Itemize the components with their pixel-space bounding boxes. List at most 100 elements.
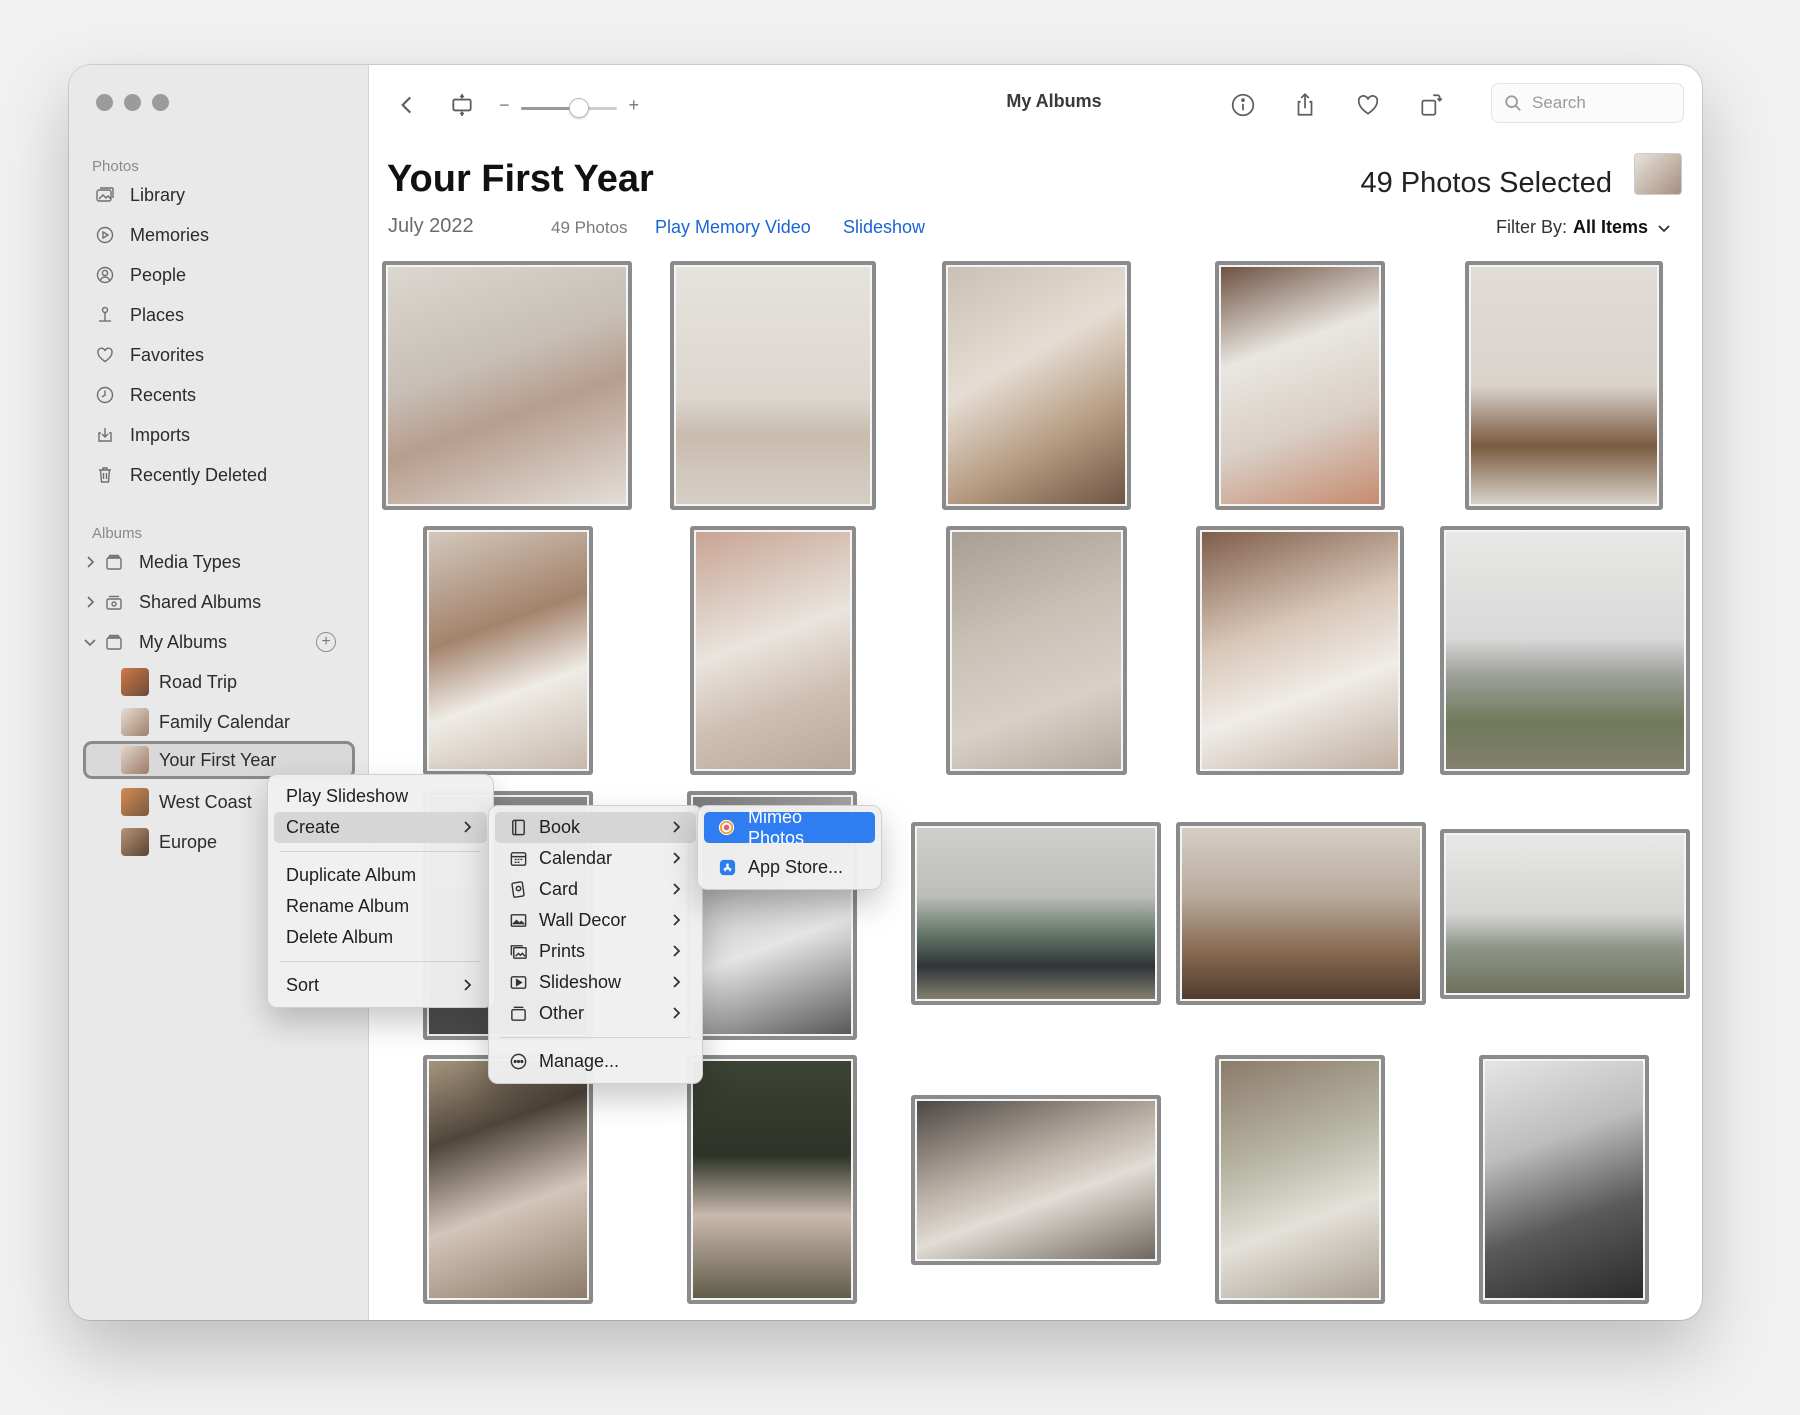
- chevron-right-icon[interactable]: [79, 595, 101, 609]
- memories-icon: [92, 224, 118, 246]
- menu-item-label: Create: [286, 817, 341, 837]
- chevron-right-icon: [673, 883, 681, 895]
- shared-albums-icon: [101, 591, 127, 613]
- photo-thumbnail[interactable]: [423, 526, 593, 775]
- sidebar-item-favorites[interactable]: Favorites: [92, 336, 354, 374]
- play-memory-video-link[interactable]: Play Memory Video: [655, 217, 811, 238]
- selection-thumbnail: [1634, 153, 1682, 195]
- photo-thumbnail[interactable]: [946, 526, 1127, 775]
- photo-thumbnail[interactable]: [942, 261, 1131, 510]
- photo-thumbnail[interactable]: [1215, 1055, 1385, 1304]
- import-icon: [92, 424, 118, 446]
- menu-item-wall-decor[interactable]: Wall Decor: [495, 905, 696, 936]
- photo-thumbnail[interactable]: [690, 526, 856, 775]
- prints-icon: [507, 941, 529, 963]
- chevron-down-icon[interactable]: [79, 637, 101, 647]
- sidebar-item-label: People: [130, 264, 187, 285]
- menu-item-slideshow[interactable]: Slideshow: [495, 967, 696, 998]
- zoom-slider-track[interactable]: [521, 98, 617, 118]
- menu-item-manage[interactable]: Manage...: [495, 1046, 696, 1077]
- filter-dropdown[interactable]: Filter By: All Items: [1496, 217, 1672, 238]
- photo-thumbnail[interactable]: [1215, 261, 1385, 510]
- menu-item-prints[interactable]: Prints: [495, 936, 696, 967]
- add-album-button[interactable]: +: [316, 632, 336, 652]
- photo-thumbnail[interactable]: [1465, 261, 1663, 510]
- minimize-button[interactable]: [124, 94, 141, 111]
- photo-thumbnail[interactable]: [1196, 526, 1404, 775]
- sidebar-item-people[interactable]: People: [92, 256, 354, 294]
- sidebar-item-shared-albums[interactable]: Shared Albums: [79, 583, 341, 621]
- album-thumbnail: [121, 668, 149, 696]
- menu-item-app-store[interactable]: App Store...: [704, 852, 875, 883]
- photo-thumbnail[interactable]: [1176, 822, 1426, 1005]
- menu-item-play-slideshow[interactable]: Play Slideshow: [274, 781, 487, 812]
- sidebar-item-label: Memories: [130, 224, 210, 245]
- menu-item-label: Duplicate Album: [286, 865, 417, 885]
- photo-thumbnail[interactable]: [911, 1095, 1161, 1265]
- menu-item-book[interactable]: Book: [495, 812, 696, 843]
- photo-thumbnail[interactable]: [1479, 1055, 1649, 1304]
- album-context-menu: Play Slideshow Create Duplicate Album Re…: [267, 774, 494, 1008]
- chevron-right-icon: [673, 914, 681, 926]
- sidebar-item-media-types[interactable]: Media Types: [79, 543, 341, 581]
- photo-thumbnail[interactable]: [911, 822, 1161, 1005]
- search-icon: [1505, 95, 1521, 111]
- zoom-out-label: −: [499, 95, 510, 115]
- close-button[interactable]: [96, 94, 113, 111]
- sidebar-item-library[interactable]: Library: [92, 176, 354, 214]
- menu-item-duplicate-album[interactable]: Duplicate Album: [274, 860, 487, 891]
- share-button[interactable]: [1287, 87, 1323, 123]
- menu-item-card[interactable]: Card: [495, 874, 696, 905]
- sidebar-item-recently-deleted[interactable]: Recently Deleted: [92, 456, 354, 494]
- photo-thumbnail[interactable]: [687, 1055, 857, 1304]
- photo-thumbnail[interactable]: [1440, 829, 1690, 999]
- menu-item-rename-album[interactable]: Rename Album: [274, 891, 487, 922]
- sidebar-item-imports[interactable]: Imports: [92, 416, 354, 454]
- favorite-button[interactable]: [1350, 87, 1386, 123]
- sidebar-item-road-trip[interactable]: Road Trip: [121, 663, 351, 701]
- zoom-slider[interactable]: − +: [499, 95, 639, 119]
- chevron-right-icon: [673, 945, 681, 957]
- sidebar-item-memories[interactable]: Memories: [92, 216, 354, 254]
- sidebar-item-places[interactable]: Places: [92, 296, 354, 334]
- chevron-right-icon: [673, 976, 681, 988]
- sidebar-item-label: Imports: [130, 424, 191, 445]
- chevron-right-icon[interactable]: [79, 555, 101, 569]
- slideshow-link[interactable]: Slideshow: [843, 217, 925, 238]
- wall-decor-icon: [507, 910, 529, 932]
- sidebar-item-family-calendar[interactable]: Family Calendar: [121, 703, 351, 741]
- sidebar: Photos Library Memories People Places Fa…: [69, 65, 369, 1320]
- folder-icon: [101, 551, 127, 573]
- menu-item-create[interactable]: Create: [274, 812, 487, 843]
- sidebar-item-label: West Coast: [159, 791, 252, 812]
- photo-thumbnail[interactable]: [1440, 526, 1690, 775]
- sidebar-item-label: Media Types: [139, 551, 241, 572]
- info-button[interactable]: [1225, 87, 1261, 123]
- menu-item-sort[interactable]: Sort: [274, 970, 487, 1001]
- menu-item-calendar[interactable]: Calendar: [495, 843, 696, 874]
- zoom-slider-knob[interactable]: [568, 98, 589, 118]
- menu-item-other[interactable]: Other: [495, 998, 696, 1029]
- zoom-button[interactable]: [152, 94, 169, 111]
- back-button[interactable]: [389, 87, 425, 123]
- sidebar-item-my-albums[interactable]: My Albums +: [79, 623, 354, 661]
- photo-thumbnail[interactable]: [670, 261, 876, 510]
- photo-thumbnail[interactable]: [382, 261, 632, 510]
- places-icon: [92, 304, 118, 326]
- sidebar-item-label: My Albums: [139, 631, 228, 652]
- window-title: My Albums: [1006, 91, 1102, 111]
- sidebar-item-recents[interactable]: Recents: [92, 376, 354, 414]
- sidebar-item-label: Road Trip: [159, 671, 238, 692]
- rotate-button[interactable]: [1413, 87, 1449, 123]
- menu-item-mimeo-photos[interactable]: Mimeo Photos: [704, 807, 875, 848]
- zoom-in-label: +: [628, 95, 639, 115]
- chevron-right-icon: [673, 852, 681, 864]
- ellipsis-circle-icon: [507, 1051, 529, 1073]
- fit-view-button[interactable]: [444, 87, 480, 123]
- create-submenu: Book Calendar Card Wall Decor Prints Sli…: [488, 805, 703, 1084]
- photo-thumbnail[interactable]: [423, 1055, 593, 1304]
- sidebar-item-label: Library: [130, 184, 186, 205]
- menu-item-label: Delete Album: [286, 927, 394, 947]
- menu-item-delete-album[interactable]: Delete Album: [274, 922, 487, 953]
- search-input[interactable]: Search: [1491, 83, 1684, 123]
